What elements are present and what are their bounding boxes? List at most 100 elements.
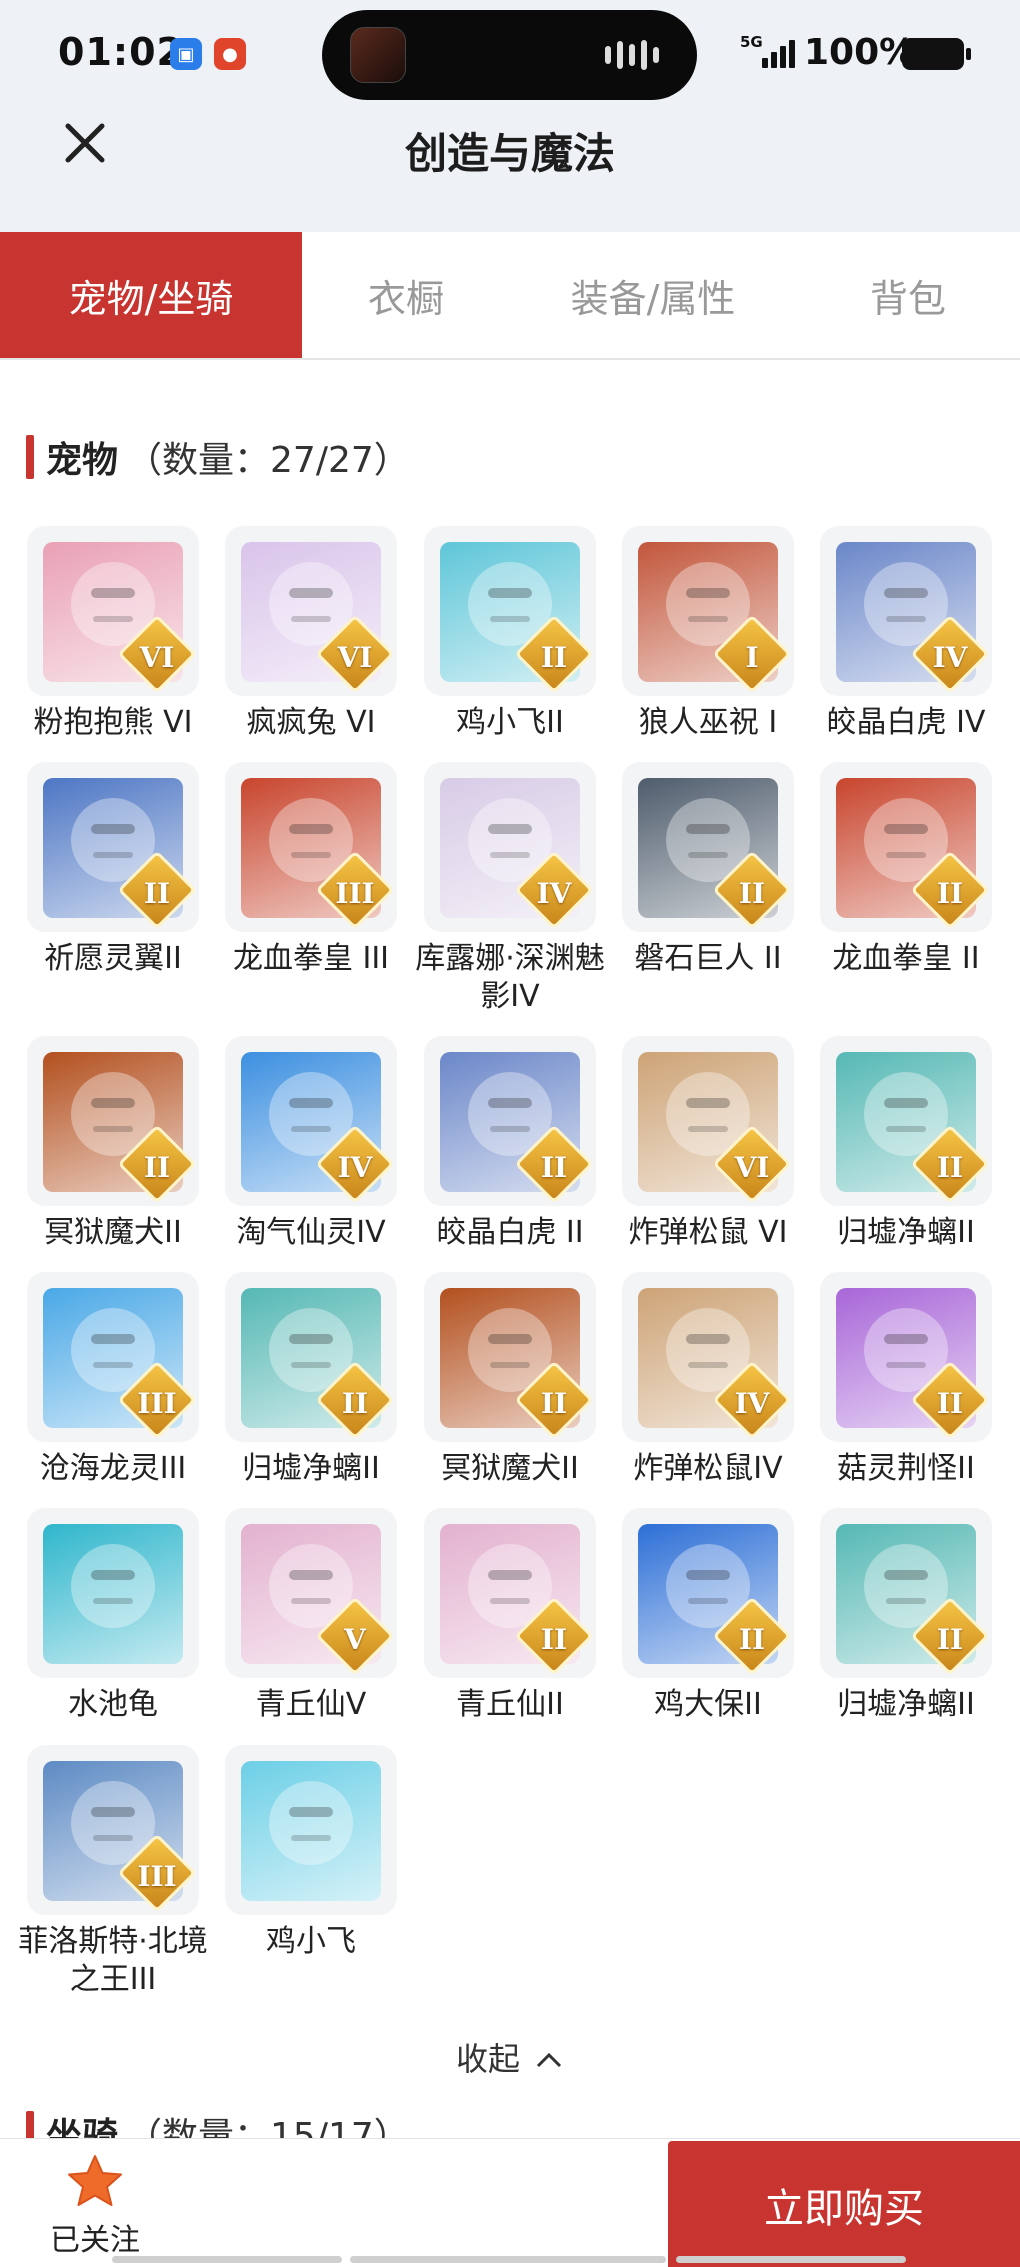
pet-name: 皎晶白虎 II	[436, 1215, 584, 1250]
pet-name: 青丘仙II	[456, 1687, 564, 1722]
pet-item[interactable]: II 菇灵荆怪II	[820, 1272, 996, 1488]
pet-card: II	[424, 1272, 596, 1442]
pet-card: IV	[225, 1036, 397, 1206]
pet-item[interactable]: II 鸡大保II	[622, 1508, 798, 1724]
pet-item[interactable]: II 鸡小飞II	[424, 526, 600, 742]
rank-numeral: II	[341, 1387, 369, 1420]
pet-card: VI	[622, 1036, 794, 1206]
scroll-indicator	[112, 2256, 342, 2263]
pet-portrait	[43, 1524, 183, 1664]
rank-numeral: II	[540, 1387, 568, 1420]
pet-card: II	[820, 1272, 992, 1442]
pet-card: II	[820, 1508, 992, 1678]
app-notification-icon: ▣	[170, 38, 202, 70]
tab-pets-mounts[interactable]: 宠物/坐骑	[0, 232, 302, 358]
pet-name: 疯疯兔 VI	[246, 705, 376, 740]
tab-bar: 宠物/坐骑 衣橱 装备/属性 背包	[0, 232, 1020, 360]
pet-item[interactable]: III 沧海龙灵III	[27, 1272, 203, 1488]
pet-card: III	[27, 1272, 199, 1442]
rank-numeral: IV	[932, 641, 968, 674]
rank-numeral: III	[335, 877, 375, 910]
pet-item[interactable]: V 青丘仙V	[225, 1508, 401, 1724]
rank-numeral: II	[143, 877, 171, 910]
rank-numeral: II	[540, 641, 568, 674]
rank-numeral: VI	[734, 1151, 770, 1184]
follow-button[interactable]: 已关注	[40, 2153, 150, 2259]
pet-name: 狼人巫祝 I	[638, 705, 778, 740]
pet-item[interactable]: II 龙血拳皇 II	[820, 762, 996, 978]
pet-item[interactable]: VI 粉抱抱熊 VI	[27, 526, 203, 742]
pet-card: V	[225, 1508, 397, 1678]
pet-card	[27, 1508, 199, 1678]
pet-item[interactable]: VI 炸弹松鼠 VI	[622, 1036, 798, 1252]
tab-wardrobe[interactable]: 衣橱	[302, 232, 510, 358]
pet-name: 菲洛斯特·北境之王III	[18, 1924, 208, 1997]
pet-item[interactable]: II 青丘仙II	[424, 1508, 600, 1724]
star-icon	[68, 2155, 122, 2206]
pet-card: II	[27, 1036, 199, 1206]
pet-name: 水池龟	[68, 1687, 158, 1722]
pet-card: II	[225, 1272, 397, 1442]
pet-name: 库露娜·深渊魅影IV	[415, 941, 605, 1014]
rank-numeral: VI	[337, 641, 373, 674]
pet-name: 炸弹松鼠IV	[633, 1451, 783, 1486]
pet-item[interactable]: II 磐石巨人 II	[622, 762, 798, 978]
pet-item[interactable]: IV 皎晶白虎 IV	[820, 526, 996, 742]
dynamic-island	[322, 10, 697, 100]
rank-numeral: IV	[337, 1151, 373, 1184]
pet-item[interactable]: IV 炸弹松鼠IV	[622, 1272, 798, 1488]
pet-card: II	[622, 1508, 794, 1678]
pet-card: IV	[820, 526, 992, 696]
game-notification-icon: ●	[214, 38, 246, 70]
collapse-label: 收起	[455, 2040, 520, 2078]
pet-item[interactable]: III 龙血拳皇 III	[225, 762, 401, 978]
pet-item[interactable]: VI 疯疯兔 VI	[225, 526, 401, 742]
pet-item[interactable]: IV 淘气仙灵IV	[225, 1036, 401, 1252]
pet-item[interactable]: III 菲洛斯特·北境之王III	[18, 1745, 208, 1999]
pet-item[interactable]: II 归墟净螭II	[820, 1036, 996, 1252]
pet-card: II	[27, 762, 199, 932]
pet-name: 鸡大保II	[654, 1687, 762, 1722]
pet-card: II	[622, 762, 794, 932]
pet-item[interactable]: 鸡小飞	[225, 1745, 401, 1961]
rank-numeral: V	[344, 1623, 366, 1656]
buy-now-button[interactable]: 立即购买	[668, 2141, 1020, 2267]
pet-name: 磐石巨人 II	[634, 941, 782, 976]
pet-item[interactable]: II 冥狱魔犬II	[27, 1036, 203, 1252]
pets-section-header: 宠物 （数量：27/27）	[26, 432, 410, 482]
pet-name: 青丘仙V	[255, 1687, 367, 1722]
pet-item[interactable]: 水池龟	[27, 1508, 203, 1724]
pet-item[interactable]: II 冥狱魔犬II	[424, 1272, 600, 1488]
rank-numeral: IV	[536, 877, 572, 910]
pet-card: VI	[225, 526, 397, 696]
pet-card: II	[424, 526, 596, 696]
rank-numeral: II	[936, 1151, 964, 1184]
pet-card: II	[424, 1508, 596, 1678]
game-thumbnail-icon	[350, 27, 406, 83]
pet-card: III	[27, 1745, 199, 1915]
battery-percent: 100%	[804, 32, 916, 73]
rank-numeral: II	[540, 1623, 568, 1656]
pet-item[interactable]: II 归墟净螭II	[225, 1272, 401, 1488]
audio-wave-icon	[605, 40, 659, 70]
pet-item[interactable]: II 归墟净螭II	[820, 1508, 996, 1724]
pet-card: IV	[424, 762, 596, 932]
pet-item[interactable]: II 皎晶白虎 II	[424, 1036, 600, 1252]
pet-item[interactable]: I 狼人巫祝 I	[622, 526, 798, 742]
header-area: 01:02 ▣ ● 5G 100% 创造与魔法	[0, 0, 1020, 232]
pet-name: 沧海龙灵III	[39, 1451, 187, 1486]
pet-name: 粉抱抱熊 VI	[33, 705, 193, 740]
pet-name: 菇灵荆怪II	[837, 1451, 975, 1486]
collapse-button[interactable]: 收起	[0, 2034, 1020, 2080]
bottom-bar: 已关注 立即购买	[0, 2138, 1020, 2267]
pet-item[interactable]: II 祈愿灵翼II	[27, 762, 203, 978]
pet-item[interactable]: IV 库露娜·深渊魅影IV	[415, 762, 605, 1016]
pet-name: 龙血拳皇 III	[232, 941, 390, 976]
tab-backpack[interactable]: 背包	[796, 232, 1020, 358]
section-accent-bar	[26, 435, 34, 479]
pet-name: 归墟净螭II	[837, 1687, 975, 1722]
tab-equipment[interactable]: 装备/属性	[510, 232, 796, 358]
rank-numeral: I	[745, 641, 759, 674]
pet-card: II	[820, 762, 992, 932]
pet-card: VI	[27, 526, 199, 696]
